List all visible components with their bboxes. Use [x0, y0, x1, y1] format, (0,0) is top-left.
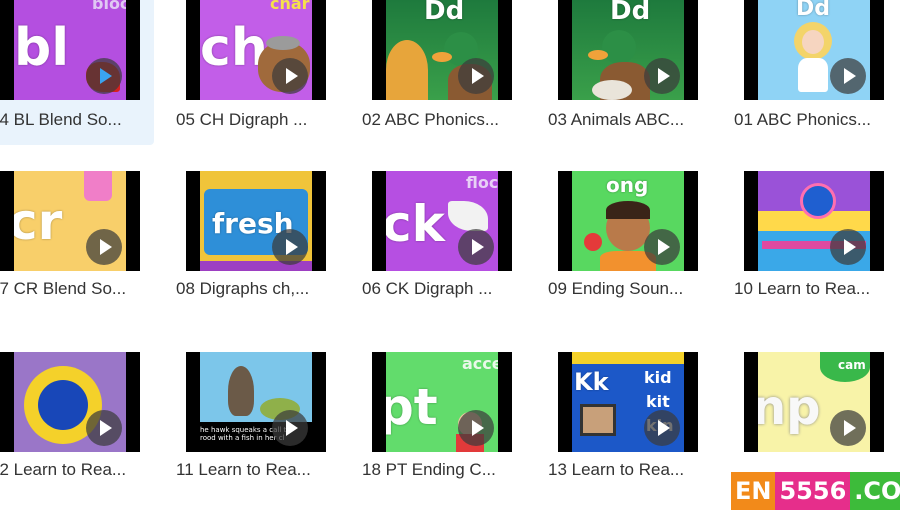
- video-tile[interactable]: he hawk squeaks a call to rood with a fi…: [172, 352, 340, 517]
- thumbnail-text: Dd: [796, 0, 831, 21]
- video-tile[interactable]: Kk kid kit kin 13 Learn to Rea...: [544, 352, 712, 517]
- thumbnail-text: Kk: [574, 368, 609, 396]
- play-icon: [644, 229, 680, 265]
- play-icon: [458, 229, 494, 265]
- video-tile[interactable]: pt acce 18 PT Ending C...: [358, 352, 526, 517]
- video-tile[interactable]: ch char 05 CH Digraph ...: [172, 0, 340, 145]
- video-thumbnail[interactable]: ck floc: [372, 171, 512, 271]
- thumbnail-caption: floc: [466, 173, 498, 192]
- video-tile[interactable]: 12 Learn to Rea...: [0, 352, 154, 517]
- thumbnail-text: pt: [386, 378, 438, 436]
- thumbnail-text: cr: [14, 193, 63, 251]
- watermark-part: 5556: [775, 472, 851, 510]
- thumbnail-caption: cam: [838, 358, 866, 372]
- thumbnail-text: ong: [606, 173, 649, 197]
- video-tile[interactable]: cr 07 CR Blend So...: [0, 171, 154, 336]
- video-tile[interactable]: Dd 01 ABC Phonics...: [730, 0, 898, 145]
- thumbnail-text: ck: [386, 195, 445, 253]
- video-title: 11 Learn to Rea...: [176, 460, 311, 479]
- video-thumbnail[interactable]: ch char: [186, 0, 326, 100]
- video-thumbnail[interactable]: Dd: [744, 0, 884, 100]
- video-tile[interactable]: fresh 08 Digraphs ch,...: [172, 171, 340, 336]
- video-thumbnail[interactable]: [0, 352, 140, 452]
- video-thumbnail[interactable]: fresh: [186, 171, 326, 271]
- video-thumbnail[interactable]: Kk kid kit kin: [558, 352, 698, 452]
- video-tile[interactable]: 10 Learn to Rea...: [730, 171, 898, 336]
- video-tile[interactable]: ck floc 06 CK Digraph ...: [358, 171, 526, 336]
- thumbnail-word: kid: [644, 368, 672, 387]
- video-title: 08 Digraphs ch,...: [176, 279, 310, 298]
- thumbnail-caption: acce: [462, 354, 498, 373]
- video-title: 18 PT Ending C...: [362, 460, 496, 479]
- play-icon: [86, 229, 122, 265]
- play-icon: [830, 229, 866, 265]
- thumbnail-caption: bloc: [92, 0, 126, 13]
- video-title: 10 Learn to Rea...: [734, 279, 871, 298]
- video-thumbnail[interactable]: cr: [0, 171, 140, 271]
- video-tile[interactable]: bl bloc 04 BL Blend So...: [0, 0, 154, 145]
- watermark-part: EN: [731, 472, 776, 510]
- play-icon: [86, 58, 122, 94]
- watermark-part: .COM: [850, 472, 900, 510]
- video-thumbnail[interactable]: np cam: [744, 352, 884, 452]
- play-icon: [272, 58, 308, 94]
- video-thumbnail[interactable]: he hawk squeaks a call to rood with a fi…: [186, 352, 326, 452]
- video-thumbnail[interactable]: ong: [558, 171, 698, 271]
- video-title: 07 CR Blend So...: [0, 279, 127, 298]
- video-thumbnail[interactable]: bl bloc: [0, 0, 140, 100]
- play-icon: [458, 410, 494, 446]
- video-title: 06 CK Digraph ...: [362, 279, 493, 298]
- play-icon: [272, 229, 308, 265]
- play-icon: [644, 410, 680, 446]
- play-icon: [86, 410, 122, 446]
- video-title: 03 Animals ABC...: [548, 110, 685, 129]
- thumbnail-text: Dd: [610, 0, 651, 26]
- watermark-logo: EN 5556 .COM: [731, 472, 900, 510]
- thumbnail-word: kit: [646, 392, 670, 411]
- play-icon: [830, 58, 866, 94]
- video-tile[interactable]: Dd 03 Animals ABC...: [544, 0, 712, 145]
- thumbnail-text: Dd: [424, 0, 465, 26]
- video-tile[interactable]: Dd 02 ABC Phonics...: [358, 0, 526, 145]
- video-title: 13 Learn to Rea...: [548, 460, 685, 479]
- thumbnail-text: bl: [14, 18, 70, 78]
- thumbnail-text: np: [758, 380, 821, 436]
- video-title: 02 ABC Phonics...: [362, 110, 500, 129]
- video-title: 12 Learn to Rea...: [0, 460, 127, 479]
- play-icon: [830, 410, 866, 446]
- play-icon: [644, 58, 680, 94]
- video-title: 04 BL Blend So...: [0, 110, 122, 129]
- video-title: 05 CH Digraph ...: [176, 110, 308, 129]
- play-icon: [272, 410, 308, 446]
- video-thumbnail[interactable]: Dd: [558, 0, 698, 100]
- video-thumbnail[interactable]: Dd: [372, 0, 512, 100]
- video-thumbnail[interactable]: [744, 171, 884, 271]
- play-icon: [458, 58, 494, 94]
- video-tile[interactable]: ong 09 Ending Soun...: [544, 171, 712, 336]
- video-thumbnail[interactable]: pt acce: [372, 352, 512, 452]
- video-title: 09 Ending Soun...: [548, 279, 684, 298]
- thumbnail-caption: char: [270, 0, 310, 13]
- video-title: 01 ABC Phonics...: [734, 110, 872, 129]
